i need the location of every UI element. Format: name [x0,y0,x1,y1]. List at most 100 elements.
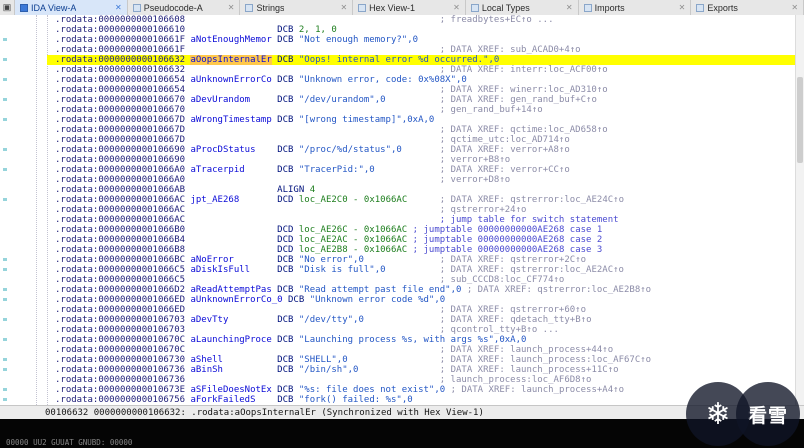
comment[interactable]: ; verror+B8↑o [440,155,510,165]
address[interactable]: .rodata:0000000000106632 [55,55,185,65]
symbol-name[interactable]: aWrongTimestamp [190,115,271,125]
tab-close-icon[interactable]: ✕ [228,3,235,12]
comment[interactable]: ; DATA XREF: winerr:loc_AD310↑o [440,85,608,95]
tab-exports[interactable]: Exports ✕ [691,0,804,15]
keyword[interactable]: DCB [277,265,293,275]
keyword[interactable]: DCB [277,145,293,155]
keyword[interactable]: DCB [277,165,293,175]
keyword[interactable]: DCD [277,245,293,255]
string-literal[interactable]: "Unknown error code %d",0 [310,295,445,305]
listing-line[interactable]: .rodata:0000000000106610 DCB 2, 1, 0 [47,25,795,35]
comment[interactable]: ; DATA XREF: launch_process:loc_AF67C↑o [440,355,651,365]
symbol-name[interactable]: aSFileDoesNotEx [190,385,271,395]
listing-line[interactable]: .rodata:000000000010667D aWrongTimestamp… [3,115,795,125]
address[interactable]: .rodata:00000000001066AB [55,185,185,195]
listing-line[interactable]: .rodata:000000000010670C aLaunchingProce… [3,335,795,345]
comment[interactable]: ; DATA XREF: interr:loc_ACF00↑o [440,65,608,75]
symbol-name[interactable]: aNotEnoughMemor [190,35,271,45]
keyword[interactable]: DCD [277,235,293,245]
symbol-name[interactable]: aDevUrandom [190,95,250,105]
symbol-name[interactable]: aShell [190,355,223,365]
comment[interactable]: ; DATA XREF: launch_process+44↑o [440,345,613,355]
comment[interactable]: ; freadbytes+EC↑o ... [440,15,554,25]
address[interactable]: .rodata:0000000000106670 [55,95,185,105]
comment[interactable]: ; sub_CCCD8:loc_CF774↑o [440,275,565,285]
comment[interactable]: ; DATA XREF: launch_process+11C↑o [440,365,619,375]
tab-close-icon[interactable]: ✕ [791,3,798,12]
string-literal[interactable]: "Unknown error, code: 0x%08X",0 [299,75,467,85]
string-literal[interactable]: "Read attempt past file end",0 [299,285,462,295]
symbol-name[interactable]: aDevTty [190,315,228,325]
keyword[interactable]: DCB [277,355,293,365]
string-literal[interactable]: "Disk is full",0 [299,265,386,275]
listing-line[interactable]: .rodata:0000000000106654 aUnknownErrorCo… [3,75,795,85]
string-literal[interactable]: "%s: file does not exist",0 [299,385,445,395]
keyword[interactable]: DCB [277,25,293,35]
listing-line[interactable]: .rodata:00000000001066A0 ; verror+D8↑o [47,175,795,185]
keyword[interactable]: DCB [288,295,304,305]
tab-close-icon[interactable]: ✕ [453,3,460,12]
string-literal[interactable]: "/dev/urandom",0 [299,95,386,105]
symbol-name[interactable]: aNoError [190,255,233,265]
keyword[interactable]: DCD [277,195,293,205]
listing-line[interactable]: .rodata:00000000001066A0 aTracerpid DCB … [3,165,795,175]
address[interactable]: .rodata:00000000001066AC [55,205,185,215]
listing-line[interactable]: .rodata:0000000000106608 ; freadbytes+EC… [47,15,795,25]
address[interactable]: .rodata:0000000000106756 [55,395,185,405]
tab-close-icon[interactable]: ✕ [115,3,122,12]
string-literal[interactable]: "SHELL",0 [299,355,348,365]
comment[interactable]: ; verror+D8↑o [440,175,510,185]
keyword[interactable]: DCB [277,115,293,125]
operand[interactable]: loc_AE2B8 - 0x1066AC [299,245,407,255]
listing-line[interactable]: .rodata:00000000001066AC ; jump table fo… [47,215,795,225]
tab-ida-view-a[interactable]: IDA View-A ✕ [15,0,128,15]
listing-line[interactable]: .rodata:000000000010661F ; DATA XREF: su… [47,45,795,55]
string-literal[interactable]: "/bin/sh",0 [299,365,359,375]
address[interactable]: .rodata:000000000010667D [55,135,185,145]
listing-line[interactable]: .rodata:0000000000106670 ; gen_rand_buf+… [47,105,795,115]
vertical-scrollbar[interactable] [795,15,804,405]
string-literal[interactable]: "Oops! internal error %d occurred.",0 [299,55,499,65]
comment[interactable]: ; DATA XREF: verror+CC↑o [440,165,570,175]
symbol-name[interactable]: aProcDStatus [190,145,255,155]
symbol-name[interactable]: aTracerpid [190,165,244,175]
comment[interactable]: ; qcontrol_tty+B↑o ... [440,325,559,335]
listing-line[interactable]: .rodata:00000000001066AC jpt_AE268 DCD l… [3,195,795,205]
listing-line[interactable]: .rodata:0000000000106690 aProcDStatus DC… [3,145,795,155]
listing-line[interactable]: .rodata:000000000010670C ; DATA XREF: la… [47,345,795,355]
string-literal[interactable]: "Launching process %s, with args %s",0xA… [299,335,527,345]
listing-line[interactable]: .rodata:0000000000106730 aShell DCB "SHE… [3,355,795,365]
symbol-name[interactable]: aLaunchingProce [190,335,271,345]
address[interactable]: .rodata:0000000000106632 [55,65,185,75]
keyword[interactable]: DCB [277,365,293,375]
address[interactable]: .rodata:0000000000106703 [55,315,185,325]
scrollbar-thumb[interactable] [797,77,803,164]
tab-pseudocode-a[interactable]: Pseudocode-A ✕ [128,0,241,15]
address[interactable]: .rodata:00000000001066ED [55,305,185,315]
address[interactable]: .rodata:0000000000106736 [55,365,185,375]
tab-hex-view-1[interactable]: Hex View-1 ✕ [353,0,466,15]
comment[interactable]: ; qctime_utc:loc_AD714↑o [440,135,570,145]
comment[interactable]: ; DATA XREF: launch_process+A4↑o [451,385,624,395]
listing-line[interactable]: .rodata:0000000000106703 ; qcontrol_tty+… [47,325,795,335]
comment[interactable]: ; qstrerror+24↑o [440,205,527,215]
tab-close-icon[interactable]: ✕ [340,3,347,12]
window-icon[interactable]: ▣ [0,0,15,15]
address[interactable]: .rodata:00000000001066B8 [55,245,185,255]
operand[interactable]: loc_AE2C0 - 0x1066AC [299,195,407,205]
keyword[interactable]: DCB [277,95,293,105]
listing-line[interactable]: .rodata:00000000001066C5 ; sub_CCCD8:loc… [47,275,795,285]
address[interactable]: .rodata:00000000001066AC [55,195,185,205]
address[interactable]: .rodata:000000000010670C [55,345,185,355]
listing-line[interactable]: .rodata:0000000000106736 aBinSh DCB "/bi… [3,365,795,375]
keyword[interactable]: DCB [277,395,293,405]
listing-line[interactable]: .rodata:00000000001066C5 aDiskIsFull DCB… [3,265,795,275]
address[interactable]: .rodata:000000000010661F [55,35,185,45]
address[interactable]: .rodata:00000000001066A0 [55,165,185,175]
address[interactable]: .rodata:00000000001066AC [55,215,185,225]
symbol-name[interactable]: aBinSh [190,365,223,375]
listing-line[interactable]: .rodata:0000000000106703 aDevTty DCB "/d… [3,315,795,325]
string-literal[interactable]: "/proc/%d/status",0 [299,145,402,155]
number[interactable]: 2, 1, 0 [299,25,337,35]
comment[interactable]: ; DATA XREF: qdetach_tty+B↑o [440,315,592,325]
